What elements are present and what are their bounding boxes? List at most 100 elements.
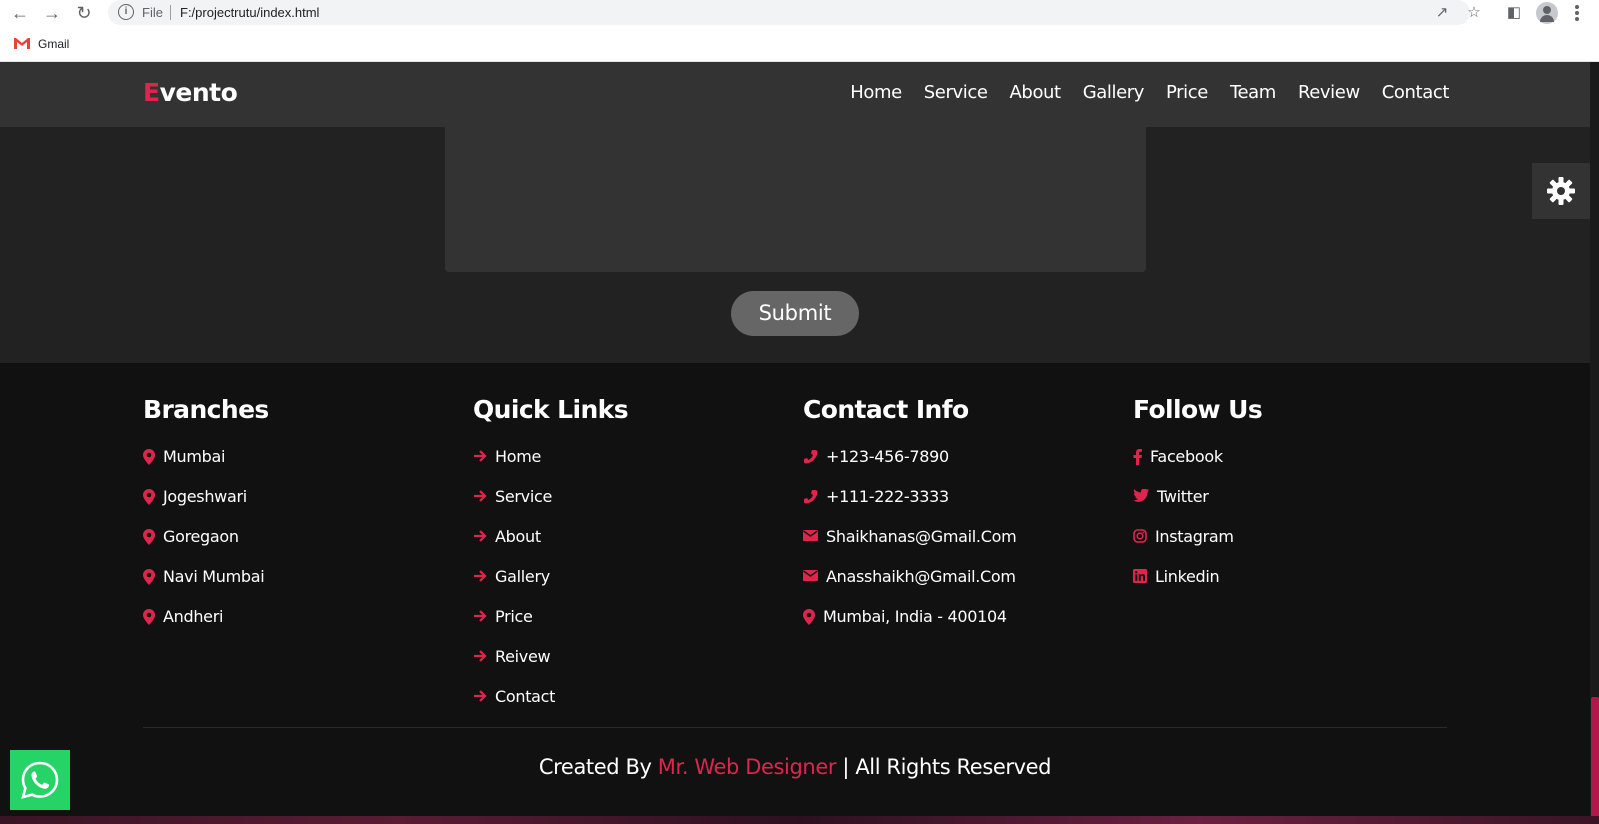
quick-link-label: Gallery — [495, 567, 550, 586]
arrow-right-icon — [474, 450, 487, 462]
map-marker-icon — [143, 569, 155, 585]
more-menu-icon[interactable] — [1574, 3, 1580, 23]
gear-icon — [1547, 177, 1575, 205]
arrow-right-icon — [474, 690, 487, 702]
envelope-icon — [803, 530, 818, 541]
arrow-right-icon — [474, 490, 487, 502]
map-marker-icon — [143, 529, 155, 545]
browser-toolbar: ← → ↻ i File F:/projectrutu/index.html ↗… — [0, 0, 1599, 26]
logo-first-letter: E — [143, 78, 160, 107]
contact-form-section: Submit — [0, 127, 1599, 363]
contact-text: +111-222-3333 — [826, 487, 949, 506]
footer-follow-us: Follow Us Facebook Twitter Instagram Lin… — [1133, 395, 1263, 607]
branch-item[interactable]: Goregaon — [143, 527, 269, 567]
gmail-icon[interactable] — [13, 37, 31, 50]
quick-link-price[interactable]: Price — [473, 607, 628, 647]
quick-link-gallery[interactable]: Gallery — [473, 567, 628, 607]
linkedin-icon — [1133, 569, 1147, 583]
whatsapp-button[interactable] — [10, 750, 70, 810]
url-text[interactable]: F:/projectrutu/index.html — [180, 5, 319, 20]
contact-email-2[interactable]: Anasshaikh@Gmail.Com — [803, 567, 1016, 607]
credit-suffix: | All Rights Reserved — [842, 755, 1052, 779]
site-footer: Branches Mumbai Jogeshwari Goregaon Navi… — [0, 363, 1590, 816]
quick-link-about[interactable]: About — [473, 527, 628, 567]
branch-label: Goregaon — [163, 527, 239, 546]
quick-link-review[interactable]: Reivew — [473, 647, 628, 687]
social-linkedin[interactable]: Linkedin — [1133, 567, 1262, 607]
arrow-right-icon — [474, 650, 487, 662]
quick-link-service[interactable]: Service — [473, 487, 628, 527]
phone-icon — [804, 450, 818, 464]
branch-label: Jogeshwari — [163, 487, 247, 506]
footer-quick-links: Quick Links Home Service About Gallery P… — [473, 395, 629, 727]
contact-text: Mumbai, India - 400104 — [823, 607, 1007, 626]
back-icon[interactable]: ← — [10, 3, 30, 23]
star-icon[interactable]: ☆ — [1464, 3, 1484, 23]
social-label: Twitter — [1157, 487, 1209, 506]
branch-item[interactable]: Navi Mumbai — [143, 567, 269, 607]
forward-icon[interactable]: → — [42, 3, 62, 23]
nav-home[interactable]: Home — [850, 82, 902, 103]
quick-link-contact[interactable]: Contact — [473, 687, 628, 727]
envelope-icon — [803, 570, 818, 581]
contact-email-1[interactable]: Shaikhanas@Gmail.Com — [803, 527, 1017, 567]
bookmark-gmail[interactable]: Gmail — [38, 37, 69, 51]
site-logo[interactable]: Evento — [143, 78, 238, 107]
nav-price[interactable]: Price — [1166, 82, 1208, 103]
map-marker-icon — [143, 449, 155, 465]
submit-button[interactable]: Submit — [731, 291, 859, 336]
branch-item[interactable]: Andheri — [143, 607, 269, 647]
nav-service[interactable]: Service — [924, 82, 988, 103]
social-twitter[interactable]: Twitter — [1133, 487, 1262, 527]
reload-icon[interactable]: ↻ — [74, 3, 94, 23]
branch-label: Andheri — [163, 607, 224, 626]
nav-contact[interactable]: Contact — [1382, 82, 1450, 103]
credit-author-link[interactable]: Mr. Web Designer — [658, 755, 837, 779]
quick-link-label: Reivew — [495, 647, 551, 666]
contact-text: Shaikhanas@Gmail.Com — [826, 527, 1017, 546]
branch-label: Navi Mumbai — [163, 567, 265, 586]
quick-link-label: Contact — [495, 687, 556, 706]
quick-links-title: Quick Links — [473, 395, 629, 424]
main-nav: Home Service About Gallery Price Team Re… — [828, 82, 1449, 103]
credit-prefix: Created By — [538, 755, 652, 779]
branch-item[interactable]: Mumbai — [143, 447, 269, 487]
social-facebook[interactable]: Facebook — [1133, 447, 1262, 487]
nav-about[interactable]: About — [1010, 82, 1062, 103]
branch-item[interactable]: Jogeshwari — [143, 487, 269, 527]
scrollbar-thumb[interactable] — [1591, 697, 1599, 824]
message-textarea[interactable] — [445, 127, 1146, 272]
phone-icon — [804, 490, 818, 504]
bookmarks-bar: Gmail — [0, 26, 1599, 62]
address-divider — [170, 5, 171, 20]
twitter-icon — [1133, 489, 1149, 502]
quick-link-label: Home — [495, 447, 542, 466]
contact-text: Anasshaikh@Gmail.Com — [826, 567, 1016, 586]
branch-label: Mumbai — [163, 447, 226, 466]
follow-us-title: Follow Us — [1133, 395, 1263, 424]
settings-toggle[interactable] — [1532, 163, 1590, 219]
profile-avatar-icon[interactable] — [1536, 2, 1558, 24]
quick-link-label: Service — [495, 487, 553, 506]
info-icon[interactable]: i — [118, 4, 134, 20]
contact-phone-2[interactable]: +111-222-3333 — [803, 487, 1016, 527]
logo-rest: vento — [159, 78, 238, 107]
whatsapp-icon — [21, 761, 59, 799]
arrow-right-icon — [474, 610, 487, 622]
social-label: Linkedin — [1155, 567, 1220, 586]
footer-contact-info: Contact Info +123-456-7890 +111-222-3333… — [803, 395, 1017, 647]
nav-team[interactable]: Team — [1230, 82, 1276, 103]
map-marker-icon — [803, 609, 815, 625]
contact-phone-1[interactable]: +123-456-7890 — [803, 447, 1016, 487]
contact-text: +123-456-7890 — [826, 447, 949, 466]
social-instagram[interactable]: Instagram — [1133, 527, 1262, 567]
nav-gallery[interactable]: Gallery — [1083, 82, 1145, 103]
side-panel-icon[interactable]: ◧ — [1504, 3, 1524, 23]
nav-review[interactable]: Review — [1298, 82, 1360, 103]
map-marker-icon — [143, 489, 155, 505]
social-label: Instagram — [1155, 527, 1234, 546]
quick-link-home[interactable]: Home — [473, 447, 628, 487]
contact-address[interactable]: Mumbai, India - 400104 — [803, 607, 1016, 647]
share-icon[interactable]: ↗ — [1432, 3, 1452, 23]
arrow-right-icon — [474, 570, 487, 582]
